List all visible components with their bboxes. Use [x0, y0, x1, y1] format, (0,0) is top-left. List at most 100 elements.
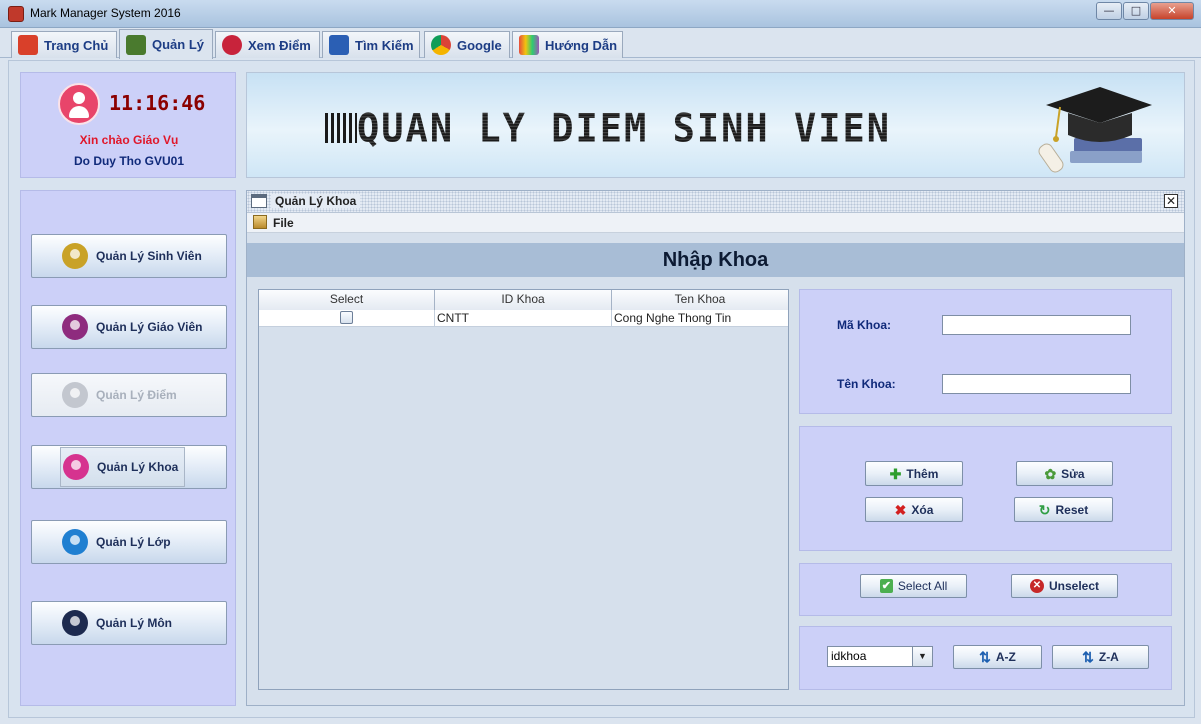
sort-field-value: idkhoa	[831, 649, 867, 663]
selection-panel: ✔ Select All ✕ Unselect	[799, 563, 1172, 616]
refresh-icon: ↻	[1038, 501, 1051, 518]
tab-google[interactable]: Google	[424, 31, 510, 58]
chrome-icon	[431, 35, 451, 55]
column-header-select[interactable]: Select	[259, 290, 435, 310]
tab-label: Quản Lý	[152, 37, 205, 52]
xoa-button[interactable]: ✖ Xóa	[865, 497, 963, 522]
xoa-label: Xóa	[911, 502, 934, 517]
sidebar-item-label: Quản Lý Khoa	[97, 460, 179, 474]
sua-label: Sửa	[1061, 466, 1085, 481]
user-info-panel: 11:16:46 Xin chào Giáo Vụ Do Duy Tho GVU…	[20, 72, 236, 178]
teacher-icon	[62, 314, 88, 340]
sidebar-item-label: Quản Lý Môn	[96, 616, 172, 630]
graduation-cap-icon	[1038, 87, 1152, 173]
file-icon	[253, 215, 267, 229]
them-button[interactable]: ✚ Thêm	[865, 461, 963, 486]
close-window-button[interactable]: ✕	[1150, 2, 1194, 20]
table-row[interactable]: CNTT Cong Nghe Thong Tin	[259, 310, 788, 327]
tab-huong-dan[interactable]: Hướng Dẫn	[512, 31, 623, 58]
maximize-button[interactable]: □	[1123, 2, 1149, 20]
plus-icon: ✚	[889, 465, 902, 482]
ma-khoa-input[interactable]	[942, 315, 1131, 335]
unselect-button[interactable]: ✕ Unselect	[1011, 574, 1118, 598]
menu-file[interactable]: File	[273, 216, 294, 230]
tab-tim-kiem[interactable]: Tìm Kiếm	[322, 31, 420, 58]
sidebar-item-focus: Quản Lý Khoa	[60, 447, 186, 487]
guide-icon	[519, 35, 539, 55]
sort-asc-icon: ⇅	[979, 649, 991, 665]
greeting-text: Xin chào Giáo Vụ	[79, 133, 179, 147]
tab-label: Tìm Kiếm	[355, 37, 414, 53]
sort-asc-button[interactable]: ⇅ A-Z	[953, 645, 1042, 669]
banner-decoration	[325, 113, 357, 143]
column-header-id-khoa[interactable]: ID Khoa	[435, 290, 612, 310]
frame-icon	[251, 194, 267, 208]
tab-label: Hướng Dẫn	[545, 37, 618, 53]
cancel-icon: ✕	[1029, 579, 1044, 593]
row-select-cell	[259, 310, 435, 326]
search-icon	[329, 35, 349, 55]
grade-icon	[62, 382, 88, 408]
gear-icon: ✿	[1044, 465, 1057, 482]
sidebar-item-label: Quản Lý Sinh Viên	[96, 249, 202, 263]
sidebar: Quản Lý Sinh Viên Quản Lý Giáo Viên Quản…	[20, 190, 236, 706]
window-title: Mark Manager System 2016	[30, 6, 181, 20]
title-bar: Mark Manager System 2016 — □ ✕	[0, 0, 1201, 28]
tab-label: Trang Chủ	[44, 37, 109, 53]
sidebar-item-giao-vien[interactable]: Quản Lý Giáo Viên	[31, 305, 227, 349]
frame-title: Quản Lý Khoa	[271, 194, 361, 208]
check-icon: ✔	[879, 579, 893, 593]
sort-field-select[interactable]: idkhoa ▼	[827, 646, 933, 667]
tab-label: Google	[457, 37, 502, 53]
khoa-table: Select ID Khoa Ten Khoa CNTT Cong Nghe T…	[258, 289, 789, 690]
close-frame-button[interactable]: ✕	[1164, 194, 1178, 208]
minimize-button[interactable]: —	[1096, 2, 1122, 20]
internal-frame-quan-ly-khoa: Quản Lý Khoa ✕ File Nhập Khoa Select ID …	[246, 190, 1185, 706]
tab-trang-chu[interactable]: Trang Chủ	[11, 31, 117, 58]
sidebar-item-sinh-vien[interactable]: Quản Lý Sinh Viên	[31, 234, 227, 278]
tab-strip: Trang Chủ Quản Lý Xem Điểm Tìm Kiếm Goog…	[0, 28, 1201, 59]
reset-button[interactable]: ↻ Reset	[1014, 497, 1113, 522]
manage-icon	[126, 34, 146, 55]
tab-label: Xem Điểm	[248, 37, 311, 53]
sidebar-item-mon[interactable]: Quản Lý Môn	[31, 601, 227, 645]
ten-khoa-input[interactable]	[942, 374, 1131, 394]
section-heading: Nhập Khoa	[247, 243, 1184, 277]
cell-id-khoa: CNTT	[435, 310, 612, 326]
action-buttons-panel: ✚ Thêm ✿ Sửa ✖ Xóa ↻ Reset	[799, 426, 1172, 551]
faculty-icon	[63, 454, 89, 480]
banner-title: QUAN LY DIEM SINH VIEN	[357, 105, 892, 152]
subject-icon	[62, 610, 88, 636]
tab-xem-diem[interactable]: Xem Điểm	[215, 31, 320, 58]
banner: QUAN LY DIEM SINH VIEN	[246, 72, 1185, 178]
sua-button[interactable]: ✿ Sửa	[1016, 461, 1113, 486]
user-name: Do Duy Tho GVU01	[73, 154, 184, 168]
reset-label: Reset	[1055, 502, 1089, 517]
unselect-label: Unselect	[1048, 579, 1100, 593]
select-all-label: Select All	[897, 579, 948, 593]
student-icon	[62, 243, 88, 269]
window-controls: — □ ✕	[1095, 2, 1194, 20]
select-all-button[interactable]: ✔ Select All	[860, 574, 967, 598]
cell-ten-khoa: Cong Nghe Thong Tin	[614, 311, 732, 325]
sort-desc-icon: ⇅	[1082, 649, 1094, 665]
ma-khoa-label: Mã Khoa:	[837, 318, 891, 332]
sidebar-item-diem: Quản Lý Điểm	[31, 373, 227, 417]
chevron-down-icon: ▼	[912, 647, 932, 666]
sort-asc-label: A-Z	[995, 650, 1016, 664]
frame-title-bar[interactable]: Quản Lý Khoa ✕	[247, 191, 1184, 213]
row-checkbox[interactable]	[340, 311, 353, 324]
sort-desc-button[interactable]: ⇅ Z-A	[1052, 645, 1149, 669]
sidebar-item-khoa[interactable]: Quản Lý Khoa	[31, 445, 227, 489]
sidebar-item-label: Quản Lý Lớp	[96, 535, 171, 549]
column-header-ten-khoa[interactable]: Ten Khoa	[612, 290, 788, 310]
sort-panel: idkhoa ▼ ⇅ A-Z ⇅ Z-A	[799, 626, 1172, 690]
class-icon	[62, 529, 88, 555]
app-icon	[8, 6, 24, 22]
clock: 11:16:46	[109, 91, 206, 115]
tab-quan-ly[interactable]: Quản Lý	[119, 29, 213, 59]
sidebar-item-lop[interactable]: Quản Lý Lớp	[31, 520, 227, 564]
them-label: Thêm	[906, 466, 939, 481]
sort-desc-label: Z-A	[1098, 650, 1119, 664]
user-avatar-icon	[58, 83, 100, 125]
